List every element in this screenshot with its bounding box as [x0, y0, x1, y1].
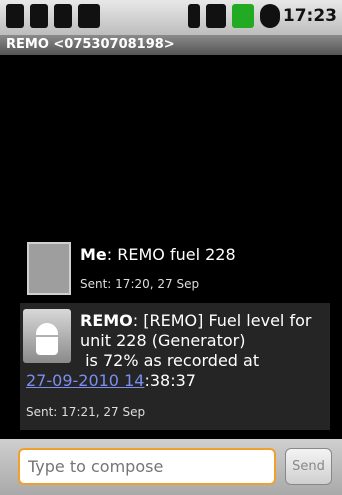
sender-colon: :	[106, 245, 118, 264]
datetime-tail: :38:37	[144, 371, 196, 390]
message-body: REMO: [REMO] Fuel level for unit 228 (Ge…	[80, 311, 326, 371]
avatar-me	[27, 242, 71, 295]
datetime-link[interactable]: 27-09-2010 14	[26, 371, 144, 390]
android-avatar-icon	[23, 309, 71, 363]
message-text-line1: [REMO] Fuel level for	[143, 311, 312, 330]
message-text-line2: unit 228 (Generator)	[80, 331, 246, 350]
signal-icon	[206, 4, 226, 28]
compose-bar: Send	[0, 439, 342, 495]
battery-icon	[78, 4, 100, 28]
alarm-icon	[260, 4, 280, 28]
message-thread[interactable]: Me: REMO fuel 228 Sent: 17:20, 27 Sep RE…	[0, 55, 342, 439]
android-head	[36, 323, 58, 335]
message-timestamp: Sent: 17:21, 27 Sep	[26, 405, 146, 419]
wifi-icon	[188, 4, 200, 28]
message-sender: REMO	[80, 311, 133, 330]
compose-input[interactable]	[18, 448, 276, 485]
android-body	[36, 337, 58, 355]
conversation-title-bar: REMO <07530708198>	[0, 35, 342, 55]
message-text-line3: is 72% as recorded at	[80, 351, 260, 370]
briefcase-icon	[30, 4, 48, 28]
message-text: REMO fuel 228	[117, 245, 236, 264]
message-incoming[interactable]: REMO: [REMO] Fuel level for unit 228 (Ge…	[20, 303, 330, 430]
sender-colon: :	[132, 311, 144, 330]
message-datetime-line: 27-09-2010 14:38:37	[26, 371, 196, 391]
message-outgoing[interactable]: Me: REMO fuel 228 Sent: 17:20, 27 Sep	[20, 240, 332, 300]
send-button[interactable]: Send	[285, 448, 332, 485]
battery-charging-icon	[232, 4, 254, 28]
message-body: Me: REMO fuel 228	[80, 245, 236, 265]
clock: 17:23	[282, 6, 337, 26]
message-timestamp: Sent: 17:20, 27 Sep	[80, 277, 200, 291]
message-sender: Me	[80, 245, 107, 264]
bag-icon	[6, 4, 24, 28]
usb-icon	[54, 4, 72, 28]
status-bar: 17:23	[0, 0, 342, 35]
conversation-title: REMO <07530708198>	[6, 37, 175, 52]
